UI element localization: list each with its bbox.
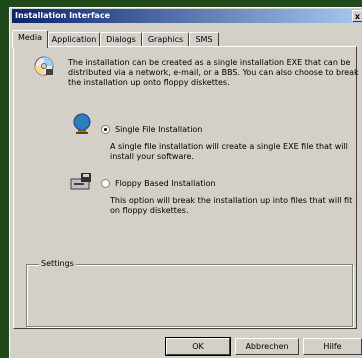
- window-title: Installation Interface: [15, 11, 110, 20]
- single-file-label[interactable]: Single File Installation: [115, 125, 202, 135]
- tab-application[interactable]: Application: [48, 32, 100, 47]
- settings-groupbox: [26, 264, 353, 327]
- single-file-desc-2: install your software.: [110, 152, 194, 161]
- floppy-radio[interactable]: [101, 179, 110, 188]
- title-bar: Installation Interface x: [12, 9, 362, 23]
- help-button[interactable]: Hilfe: [303, 338, 362, 355]
- floppy-desc-1: This option will break the installation …: [110, 196, 353, 205]
- single-file-desc-1: A single file installation will create a…: [110, 142, 348, 151]
- settings-group-label: Settings: [39, 259, 76, 269]
- tab-sms[interactable]: SMS: [189, 32, 219, 47]
- close-button[interactable]: x: [352, 10, 362, 22]
- cancel-button[interactable]: Abbrechen: [235, 338, 299, 355]
- floppy-label[interactable]: Floppy Based Installation: [115, 179, 216, 189]
- floppy-drive-icon: [70, 172, 94, 194]
- tab-media[interactable]: Media: [12, 30, 48, 48]
- tab-dialogs[interactable]: Dialogs: [100, 32, 142, 47]
- ok-button[interactable]: OK: [165, 337, 231, 356]
- tab-graphics[interactable]: Graphics: [142, 32, 189, 47]
- cd-disc-icon: [33, 55, 55, 79]
- floppy-desc-2: on floppy diskettes.: [110, 206, 189, 215]
- intro-line-3: the installation up onto floppy diskette…: [68, 78, 230, 87]
- intro-line-2: distributed via a network, e-mail, or a …: [68, 68, 359, 77]
- globe-icon: [72, 113, 92, 137]
- intro-line-1: The installation can be created as a sin…: [68, 58, 351, 67]
- single-file-radio[interactable]: [101, 125, 110, 134]
